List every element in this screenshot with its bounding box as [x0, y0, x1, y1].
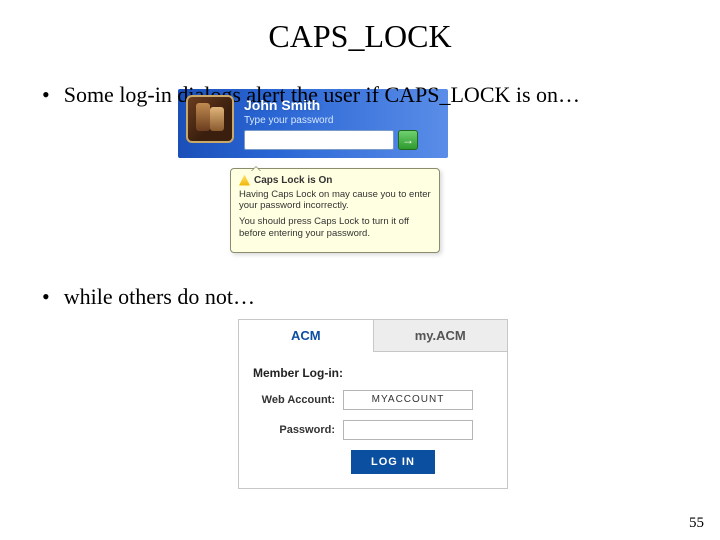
bullet-2: • while others do not… — [36, 283, 692, 311]
slide-title: CAPS_LOCK — [28, 18, 692, 55]
web-account-input[interactable] — [343, 390, 473, 410]
slide: CAPS_LOCK • Some log-in dialogs alert th… — [0, 0, 720, 540]
acm-tabs: ACM my.ACM — [239, 320, 507, 352]
xp-login-figure: John Smith Type your password → Caps — [178, 89, 692, 254]
warning-icon — [239, 175, 250, 186]
tab-acm[interactable]: ACM — [239, 320, 373, 352]
bullet-dot-icon: • — [42, 283, 50, 311]
bullet-2-text: while others do not… — [64, 283, 692, 311]
arrow-right-icon: → — [402, 134, 414, 146]
xp-password-hint: Type your password — [244, 115, 440, 126]
tooltip-title: Caps Lock is On — [254, 175, 332, 186]
label-password: Password: — [253, 424, 343, 436]
xp-username: John Smith — [244, 97, 440, 113]
password-input[interactable] — [343, 420, 473, 440]
xp-password-input[interactable] — [244, 130, 394, 150]
label-web-account: Web Account: — [253, 394, 343, 406]
xp-submit-button[interactable]: → — [398, 130, 418, 150]
acm-heading: Member Log-in: — [253, 366, 493, 380]
bullet-dot-icon: • — [42, 81, 50, 109]
user-avatar — [186, 95, 234, 143]
caps-lock-tooltip: Caps Lock is On Having Caps Lock on may … — [230, 168, 440, 254]
tooltip-line-2: You should press Caps Lock to turn it of… — [239, 216, 431, 240]
tooltip-line-1: Having Caps Lock on may cause you to ent… — [239, 189, 431, 213]
acm-login-figure: ACM my.ACM Member Log-in: Web Account: P… — [238, 319, 692, 489]
page-number: 55 — [689, 515, 704, 532]
login-button[interactable]: LOG IN — [351, 450, 435, 474]
tab-myacm[interactable]: my.ACM — [373, 320, 508, 352]
